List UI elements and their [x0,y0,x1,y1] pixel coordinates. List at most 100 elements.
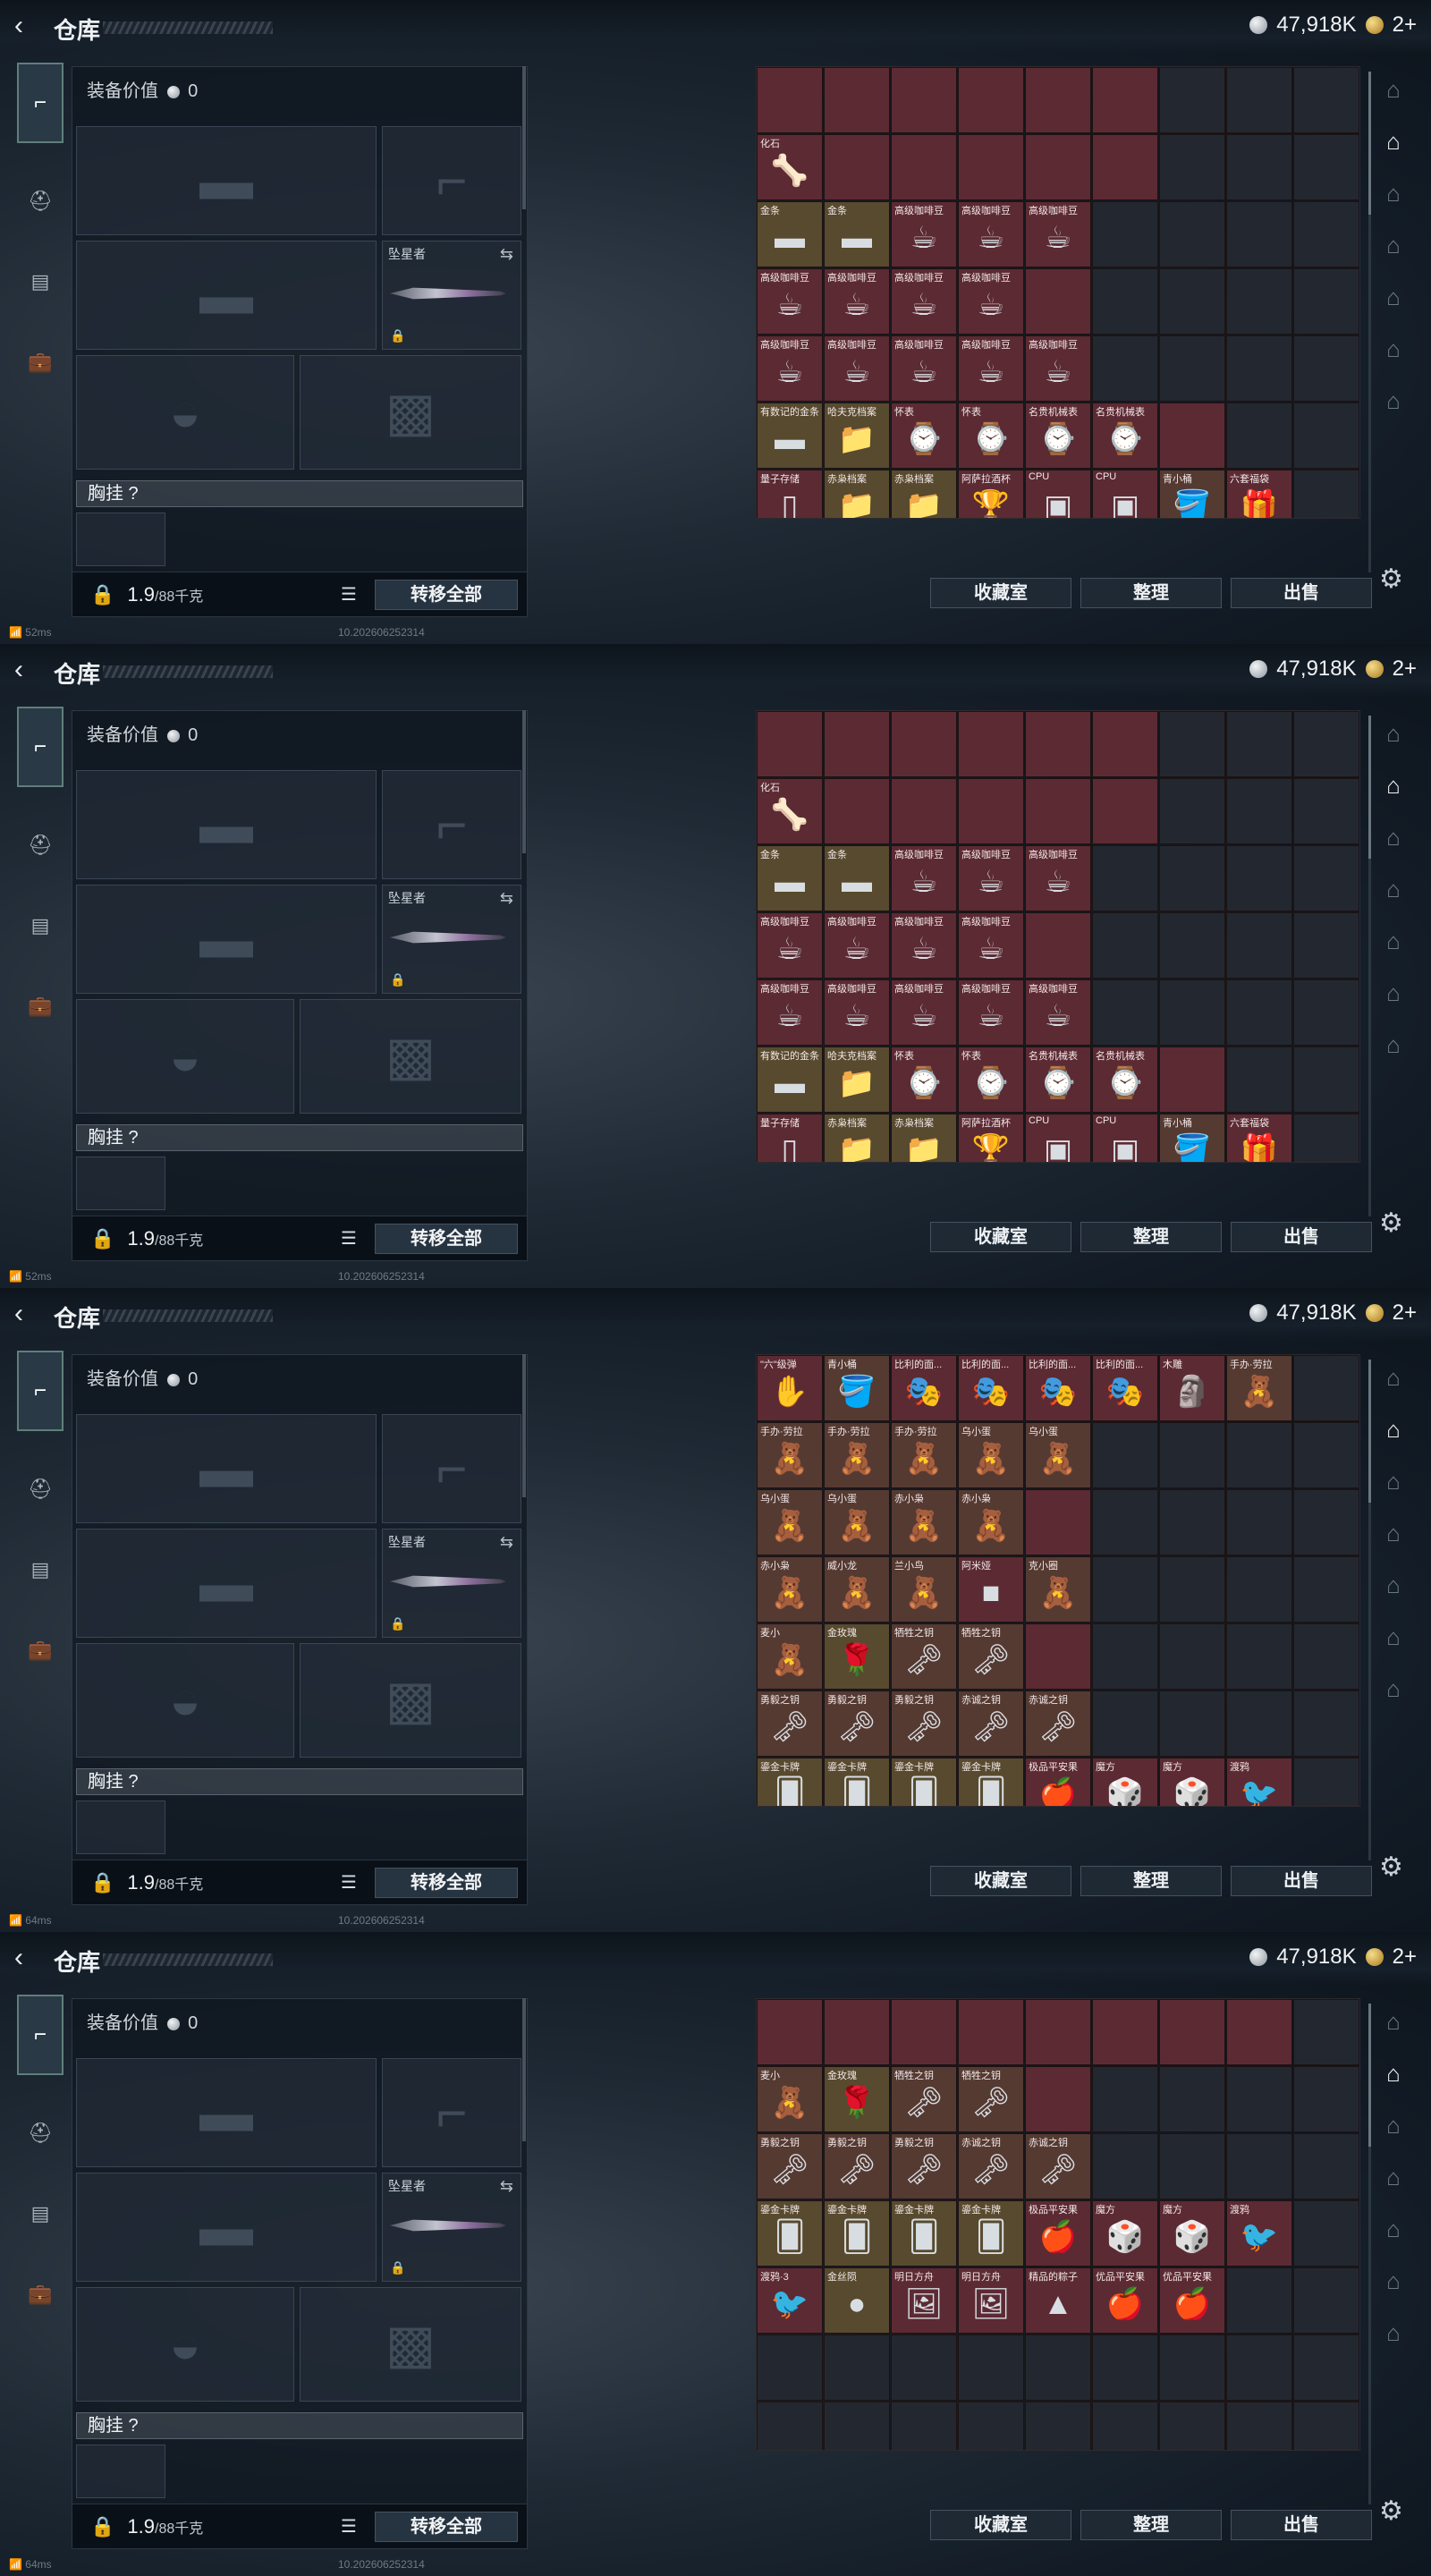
inventory-item[interactable] [891,67,957,133]
inventory-item[interactable]: 金条 ▬ [824,201,890,267]
warehouse-scrollbar[interactable] [1368,716,1371,1216]
storage-tab-icon[interactable]: ⌂ [1376,1619,1411,1655]
inventory-item[interactable]: 赤诚之钥 🗝 [1025,2133,1091,2199]
pistol-slot[interactable]: ⌐ [382,126,521,235]
inventory-item[interactable]: 鎏金卡牌 🂠 [824,2200,890,2267]
inventory-item[interactable]: 高级咖啡豆 ☕ [824,979,890,1046]
tab-weapons-icon[interactable]: ⌐ [17,1995,64,2075]
inventory-item[interactable]: 明日方舟 🖼 [891,2267,957,2334]
inventory-item[interactable]: 青小桶 🪣 [824,1355,890,1421]
transfer-all-button[interactable]: 转移全部 [375,580,518,610]
primary-weapon-slot[interactable]: ▬ [76,2058,377,2167]
inventory-item[interactable]: 有数记的金条 ▬ [757,402,823,469]
tab-vest-icon[interactable]: ▤ [17,2191,64,2236]
inventory-item[interactable]: 鎏金卡牌 🂠 [757,1758,823,1806]
empty-slot[interactable] [1226,67,1292,133]
chest-rig-bar[interactable]: 胸挂 ? [76,2412,523,2439]
inventory-item[interactable]: 名贵机械表 ⌚ [1025,402,1091,469]
inventory-item[interactable] [824,1999,890,2065]
inventory-item[interactable]: 高级咖啡豆 ☕ [824,912,890,979]
inventory-item[interactable] [824,67,890,133]
organize-button[interactable]: 整理 [1080,2510,1222,2540]
inventory-item[interactable] [824,711,890,777]
empty-slot[interactable] [1159,1556,1225,1623]
back-icon[interactable]: ‹ [14,13,41,39]
inventory-item[interactable] [1025,1999,1091,2065]
inventory-item[interactable]: 哈夫克档案 📁 [824,402,890,469]
storage-tab-icon[interactable]: ⌂ [1376,923,1411,959]
inventory-item[interactable]: 名贵机械表 ⌚ [1092,402,1158,469]
back-icon[interactable]: ‹ [14,1945,41,1971]
empty-slot[interactable] [1226,1690,1292,1757]
melee-slot[interactable]: 坠星者 ⇆ 🔒 [382,1529,521,1638]
empty-slot[interactable] [1159,201,1225,267]
inventory-item[interactable]: 牺牲之钥 🗝 [958,1623,1024,1690]
inventory-item[interactable] [958,778,1024,844]
armor-slot[interactable]: ▩ [300,1643,521,1758]
inventory-item[interactable]: 高级咖啡豆 ☕ [891,979,957,1046]
empty-slot[interactable] [1092,845,1158,911]
empty-slot[interactable] [1226,1422,1292,1488]
inventory-item[interactable] [1092,711,1158,777]
swap-icon[interactable]: ⇆ [500,2177,513,2196]
inventory-item[interactable]: 勇毅之钥 🗝 [757,2133,823,2199]
inventory-item[interactable]: 高级咖啡豆 ☕ [891,845,957,911]
inventory-item[interactable]: 高级咖啡豆 ☕ [757,912,823,979]
storage-tab-icon[interactable]: ⌂ [1376,383,1411,419]
inventory-item[interactable]: 精品的粽子 ▲ [1025,2267,1091,2334]
inventory-item[interactable]: 高级咖啡豆 ☕ [757,335,823,402]
empty-slot[interactable] [1092,912,1158,979]
list-icon[interactable]: ☰ [341,1227,357,1250]
swap-icon[interactable]: ⇆ [500,245,513,264]
organize-button[interactable]: 整理 [1080,1866,1222,1896]
organize-button[interactable]: 整理 [1080,1222,1222,1252]
empty-slot[interactable] [1092,1690,1158,1757]
empty-slot[interactable] [891,2402,957,2450]
chest-rig-slot[interactable] [76,2445,165,2498]
inventory-item[interactable] [1226,1999,1292,2065]
empty-slot[interactable] [1159,268,1225,335]
inventory-item[interactable] [1159,1046,1225,1113]
storage-tab-icon[interactable]: ⌂ [1376,871,1411,907]
inventory-item[interactable] [1159,402,1225,469]
empty-slot[interactable] [1092,201,1158,267]
inventory-item[interactable]: 有数记的金条 ▬ [757,1046,823,1113]
storage-tab-icon[interactable]: ⌂ [1376,1027,1411,1063]
inventory-item[interactable]: 乌小蛋 🧸 [958,1422,1024,1488]
inventory-item[interactable]: 高级咖啡豆 ☕ [891,268,957,335]
inventory-item[interactable]: "六"级弹 ✋ [757,1355,823,1421]
pistol-slot[interactable]: ⌐ [382,770,521,879]
storage-tab-icon[interactable]: ⌂ [1376,123,1411,159]
empty-slot[interactable] [1293,470,1359,518]
collection-button[interactable]: 收藏室 [930,1222,1071,1252]
chest-rig-slot[interactable] [76,1157,165,1210]
inventory-item[interactable]: 赤诚之钥 🗝 [958,1690,1024,1757]
inventory-item[interactable] [1025,711,1091,777]
inventory-item[interactable] [1025,2066,1091,2132]
chest-rig-slot[interactable] [76,513,165,566]
inventory-item[interactable]: 阿萨拉酒杯 🏆 [958,470,1024,518]
storage-tab-icon[interactable]: ⌂ [1376,1463,1411,1499]
collection-button[interactable]: 收藏室 [930,2510,1071,2540]
inventory-item[interactable]: 怀表 ⌚ [891,402,957,469]
empty-slot[interactable] [1226,912,1292,979]
collection-button[interactable]: 收藏室 [930,578,1071,608]
inventory-item[interactable]: 高级咖啡豆 ☕ [891,335,957,402]
inventory-item[interactable]: 高级咖啡豆 ☕ [958,845,1024,911]
inventory-item[interactable]: 勇毅之钥 🗝 [891,2133,957,2199]
empty-slot[interactable] [1159,711,1225,777]
inventory-item[interactable] [824,778,890,844]
empty-slot[interactable] [1159,778,1225,844]
inventory-item[interactable]: 名贵机械表 ⌚ [1025,1046,1091,1113]
tab-weapons-icon[interactable]: ⌐ [17,1351,64,1431]
inventory-item[interactable] [891,711,957,777]
inventory-item[interactable]: 青小桶 🪣 [1159,470,1225,518]
inventory-item[interactable]: 极品平安果 🍎 [1025,2200,1091,2267]
inventory-item[interactable]: 金玫瑰 🌹 [824,1623,890,1690]
empty-slot[interactable] [1226,402,1292,469]
inventory-item[interactable]: 麦小 🧸 [757,2066,823,2132]
empty-slot[interactable] [1159,1623,1225,1690]
primary-weapon-slot[interactable]: ▬ [76,770,377,879]
inventory-item[interactable] [891,134,957,200]
inventory-item[interactable]: 赤小枭 🧸 [757,1556,823,1623]
